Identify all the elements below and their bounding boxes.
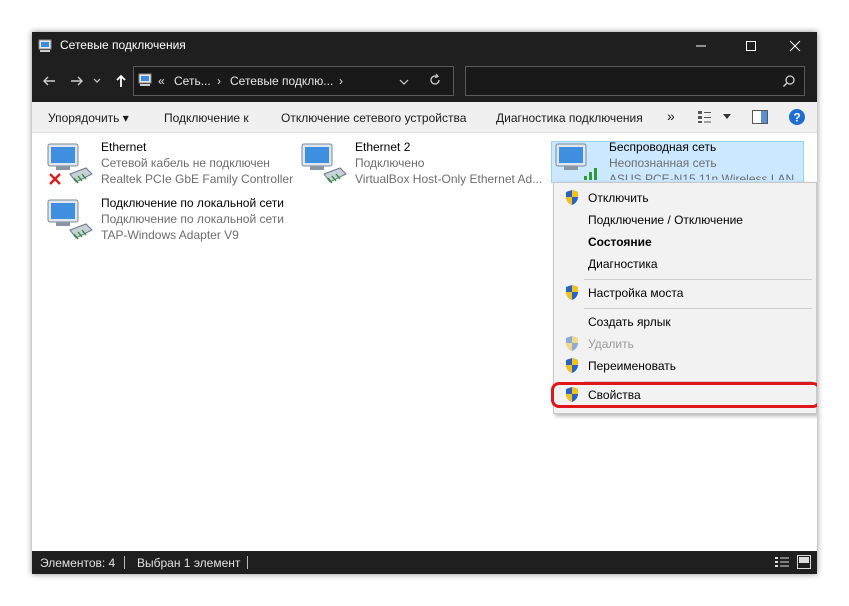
- preview-pane-icon[interactable]: [752, 110, 768, 124]
- svg-text:?: ?: [793, 111, 800, 125]
- connection-adapter: TAP-Windows Adapter V9: [101, 228, 239, 242]
- address-bar[interactable]: « Сеть... › Сетевые подклю... ›: [133, 66, 454, 96]
- maximize-button[interactable]: [728, 32, 774, 60]
- connection-item[interactable]: Ethernet Сетевой кабель не подключен Rea…: [46, 140, 306, 192]
- command-bar: Упорядочить ▾ Подключение к Отключение с…: [32, 102, 817, 133]
- breadcrumb-separator[interactable]: ›: [217, 74, 221, 88]
- network-adapter-icon: [301, 143, 347, 184]
- uac-shield-icon: [566, 358, 578, 373]
- wireless-adapter-icon: [555, 143, 597, 180]
- recent-locations-button[interactable]: [90, 70, 104, 92]
- connection-item[interactable]: Подключение по локальной сети Подключени…: [46, 196, 316, 248]
- menu-item-label: Подключение / Отключение: [588, 213, 743, 227]
- search-icon: [782, 75, 795, 88]
- menu-item-rename[interactable]: Переименовать: [554, 355, 816, 377]
- help-icon[interactable]: ?: [788, 108, 806, 126]
- breadcrumb-overflow[interactable]: «: [158, 74, 165, 88]
- chevron-down-icon[interactable]: [399, 77, 409, 87]
- connection-status: Сетевой кабель не подключен: [101, 156, 270, 170]
- menu-item-create-shortcut[interactable]: Создать ярлык: [554, 311, 816, 333]
- large-icons-view-icon[interactable]: [797, 555, 811, 569]
- menu-item-connect-disconnect[interactable]: Подключение / Отключение: [554, 209, 816, 231]
- diagnose-button[interactable]: Диагностика подключения: [496, 111, 643, 125]
- menu-item-label: Настройка моста: [588, 286, 684, 300]
- details-view-icon[interactable]: [775, 556, 789, 568]
- uac-shield-icon: [566, 285, 578, 300]
- arrow-up-icon: [116, 74, 126, 87]
- forward-button[interactable]: [66, 70, 88, 92]
- annotation-highlight: [551, 382, 817, 408]
- connection-status: Подключено: [355, 156, 425, 170]
- search-input[interactable]: [465, 66, 805, 96]
- connection-name: Подключение по локальной сети: [101, 196, 284, 210]
- arrow-left-icon: [43, 76, 55, 86]
- menu-item-status[interactable]: Состояние: [554, 231, 816, 253]
- menu-item-label: Диагностика: [588, 257, 658, 271]
- close-button[interactable]: [772, 32, 817, 60]
- menu-item-label: Переименовать: [588, 359, 676, 373]
- arrow-right-icon: [71, 76, 83, 86]
- menu-item-label: Создать ярлык: [588, 315, 671, 329]
- selection-count: Выбран 1 элемент: [137, 556, 241, 570]
- network-adapter-icon: [47, 199, 93, 240]
- status-bar: Элементов: 4 Выбран 1 элемент: [32, 551, 817, 574]
- connection-name: Ethernet 2: [355, 140, 411, 154]
- organize-label: Упорядочить: [48, 111, 120, 125]
- menu-item-label: Удалить: [588, 337, 634, 351]
- back-button[interactable]: [38, 70, 60, 92]
- connection-adapter: Realtek PCIe GbE Family Controller: [101, 172, 294, 186]
- up-button[interactable]: [110, 70, 132, 92]
- menu-separator: [584, 308, 812, 309]
- menu-separator: [584, 279, 812, 280]
- refresh-icon[interactable]: [428, 73, 442, 87]
- connection-adapter: ASUS PCE-N15 11n Wireless LAN ...: [609, 172, 799, 180]
- connection-item-selected[interactable]: Беспроводная сеть Неопознанная сеть ASUS…: [554, 142, 799, 180]
- menu-item-delete[interactable]: Удалить: [554, 333, 816, 355]
- uac-shield-icon: [566, 190, 578, 205]
- title-bar: Сетевые подключения: [32, 32, 817, 60]
- connection-status: Подключение по локальной сети: [101, 212, 284, 226]
- minimize-icon: [696, 45, 706, 47]
- connect-to-button[interactable]: Подключение к: [164, 111, 249, 125]
- menu-item-diagnostics[interactable]: Диагностика: [554, 253, 816, 275]
- network-folder-icon: [138, 73, 152, 86]
- menu-item-disable[interactable]: Отключить: [554, 187, 816, 209]
- breadcrumb-network-connections[interactable]: Сетевые подклю...: [230, 74, 333, 88]
- more-commands-button[interactable]: »: [667, 108, 675, 124]
- close-icon: [789, 40, 801, 52]
- context-menu: Отключить Подключение / Отключение Состо…: [553, 182, 817, 414]
- connection-adapter: VirtualBox Host-Only Ethernet Ad...: [355, 172, 543, 186]
- minimize-button[interactable]: [678, 32, 724, 60]
- connection-status: Неопознанная сеть: [609, 156, 717, 170]
- connection-name: Беспроводная сеть: [609, 142, 717, 154]
- explorer-window: Сетевые подключения « Сеть... › Сетевые …: [32, 32, 817, 574]
- menu-item-label: Состояние: [588, 235, 652, 249]
- connection-name: Ethernet: [101, 140, 147, 154]
- window-title: Сетевые подключения: [60, 38, 186, 52]
- item-count: Элементов: 4: [40, 556, 116, 570]
- caret-down-icon[interactable]: [722, 113, 732, 121]
- menu-item-bridge[interactable]: Настройка моста: [554, 282, 816, 304]
- status-divider: [124, 556, 125, 569]
- chevron-down-icon: [93, 78, 101, 83]
- breadcrumb-network[interactable]: Сеть...: [174, 74, 211, 88]
- maximize-icon: [746, 41, 756, 51]
- organize-button[interactable]: Упорядочить ▾: [48, 111, 129, 125]
- menu-item-label: Отключить: [588, 191, 649, 205]
- change-view-icon[interactable]: [697, 110, 713, 124]
- uac-shield-icon: [566, 336, 578, 351]
- caret-down-icon: ▾: [122, 111, 129, 125]
- network-connections-icon: [38, 39, 52, 52]
- status-divider: [247, 556, 248, 569]
- disconnected-icon: [49, 173, 61, 185]
- breadcrumb-separator[interactable]: ›: [339, 74, 343, 88]
- navigation-bar: « Сеть... › Сетевые подклю... ›: [32, 60, 817, 102]
- connection-item[interactable]: Ethernet 2 Подключено VirtualBox Host-On…: [300, 140, 550, 192]
- disable-device-button[interactable]: Отключение сетевого устройства: [281, 111, 466, 125]
